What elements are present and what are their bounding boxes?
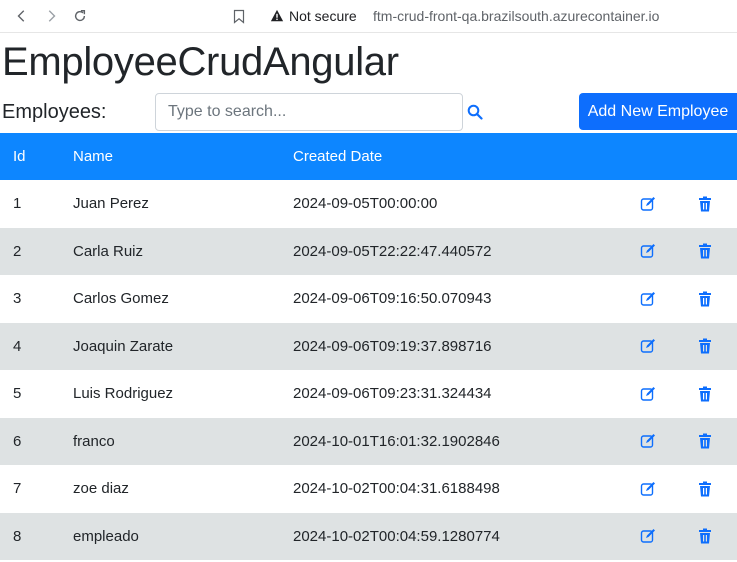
- cell-name: Joaquin Zarate: [73, 337, 174, 355]
- table-header: Id Name Created Date: [0, 133, 737, 180]
- cell-name: Juan Perez: [73, 195, 149, 213]
- edit-icon[interactable]: [640, 481, 656, 497]
- warning-icon: [270, 9, 284, 22]
- add-employee-button[interactable]: Add New Employee: [579, 93, 737, 130]
- header-created-date: Created Date: [293, 148, 383, 165]
- cell-id: 3: [13, 290, 22, 308]
- cell-created-date: 2024-09-06T09:16:50.070943: [293, 290, 492, 308]
- table-row: 8 empleado 2024-10-02T00:04:59.1280774: [0, 512, 737, 560]
- employees-table: Id Name Created Date 1 Juan Perez 2024-0…: [0, 133, 737, 560]
- search-icon[interactable]: [466, 102, 484, 122]
- table-row: 7 zoe diaz 2024-10-02T00:04:31.6188498: [0, 465, 737, 513]
- edit-icon[interactable]: [640, 196, 656, 212]
- security-label: Not secure: [289, 8, 357, 24]
- trash-icon[interactable]: [698, 196, 712, 212]
- trash-icon[interactable]: [698, 481, 712, 497]
- cell-name: Carlos Gomez: [73, 290, 169, 308]
- edit-icon[interactable]: [640, 291, 656, 307]
- arrow-left-icon[interactable]: [12, 6, 32, 26]
- table-row: 6 franco 2024-10-01T16:01:32.1902846: [0, 417, 737, 465]
- bookmark-icon[interactable]: [231, 7, 247, 25]
- trash-icon[interactable]: [698, 433, 712, 449]
- cell-id: 2: [13, 242, 22, 260]
- edit-icon[interactable]: [640, 433, 656, 449]
- cell-name: Luis Rodriguez: [73, 385, 174, 403]
- table-row: 2 Carla Ruiz 2024-09-05T22:22:47.440572: [0, 227, 737, 275]
- table-row: 3 Carlos Gomez 2024-09-06T09:16:50.07094…: [0, 275, 737, 323]
- edit-icon[interactable]: [640, 243, 656, 259]
- trash-icon[interactable]: [698, 338, 712, 354]
- cell-created-date: 2024-09-06T09:23:31.324434: [293, 385, 492, 403]
- cell-id: 8: [13, 527, 22, 545]
- cell-id: 7: [13, 480, 22, 498]
- header-name: Name: [73, 148, 114, 165]
- trash-icon[interactable]: [698, 386, 712, 402]
- cell-created-date: 2024-10-02T00:04:31.6188498: [293, 480, 500, 498]
- table-row: 4 Joaquin Zarate 2024-09-06T09:19:37.898…: [0, 322, 737, 370]
- security-indicator[interactable]: Not secure: [270, 7, 357, 25]
- table-row: 5 Luis Rodriguez 2024-09-06T09:23:31.324…: [0, 370, 737, 418]
- cell-id: 6: [13, 432, 22, 450]
- cell-name: zoe diaz: [73, 480, 129, 498]
- cell-created-date: 2024-10-02T00:04:59.1280774: [293, 527, 500, 545]
- trash-icon[interactable]: [698, 528, 712, 544]
- cell-created-date: 2024-10-01T16:01:32.1902846: [293, 432, 500, 450]
- search-input[interactable]: [155, 93, 463, 131]
- cell-name: Carla Ruiz: [73, 242, 144, 260]
- arrow-right-icon[interactable]: [41, 6, 61, 26]
- cell-created-date: 2024-09-06T09:19:37.898716: [293, 337, 492, 355]
- edit-icon[interactable]: [640, 528, 656, 544]
- address-bar[interactable]: ftm-crud-front-qa.brazilsouth.azureconta…: [373, 7, 659, 25]
- browser-toolbar: Not secure ftm-crud-front-qa.brazilsouth…: [0, 0, 737, 33]
- header-id: Id: [13, 148, 26, 165]
- edit-icon[interactable]: [640, 338, 656, 354]
- employees-label: Employees:: [2, 101, 107, 123]
- cell-created-date: 2024-09-05T00:00:00: [293, 195, 438, 213]
- edit-icon[interactable]: [640, 386, 656, 402]
- cell-name: franco: [73, 432, 115, 450]
- cell-name: empleado: [73, 527, 139, 545]
- reload-icon[interactable]: [70, 6, 90, 26]
- cell-id: 1: [13, 195, 22, 213]
- cell-id: 4: [13, 337, 22, 355]
- cell-id: 5: [13, 385, 22, 403]
- table-row: 1 Juan Perez 2024-09-05T00:00:00: [0, 180, 737, 228]
- trash-icon[interactable]: [698, 243, 712, 259]
- page-title: EmployeeCrudAngular: [2, 40, 399, 84]
- trash-icon[interactable]: [698, 291, 712, 307]
- cell-created-date: 2024-09-05T22:22:47.440572: [293, 242, 492, 260]
